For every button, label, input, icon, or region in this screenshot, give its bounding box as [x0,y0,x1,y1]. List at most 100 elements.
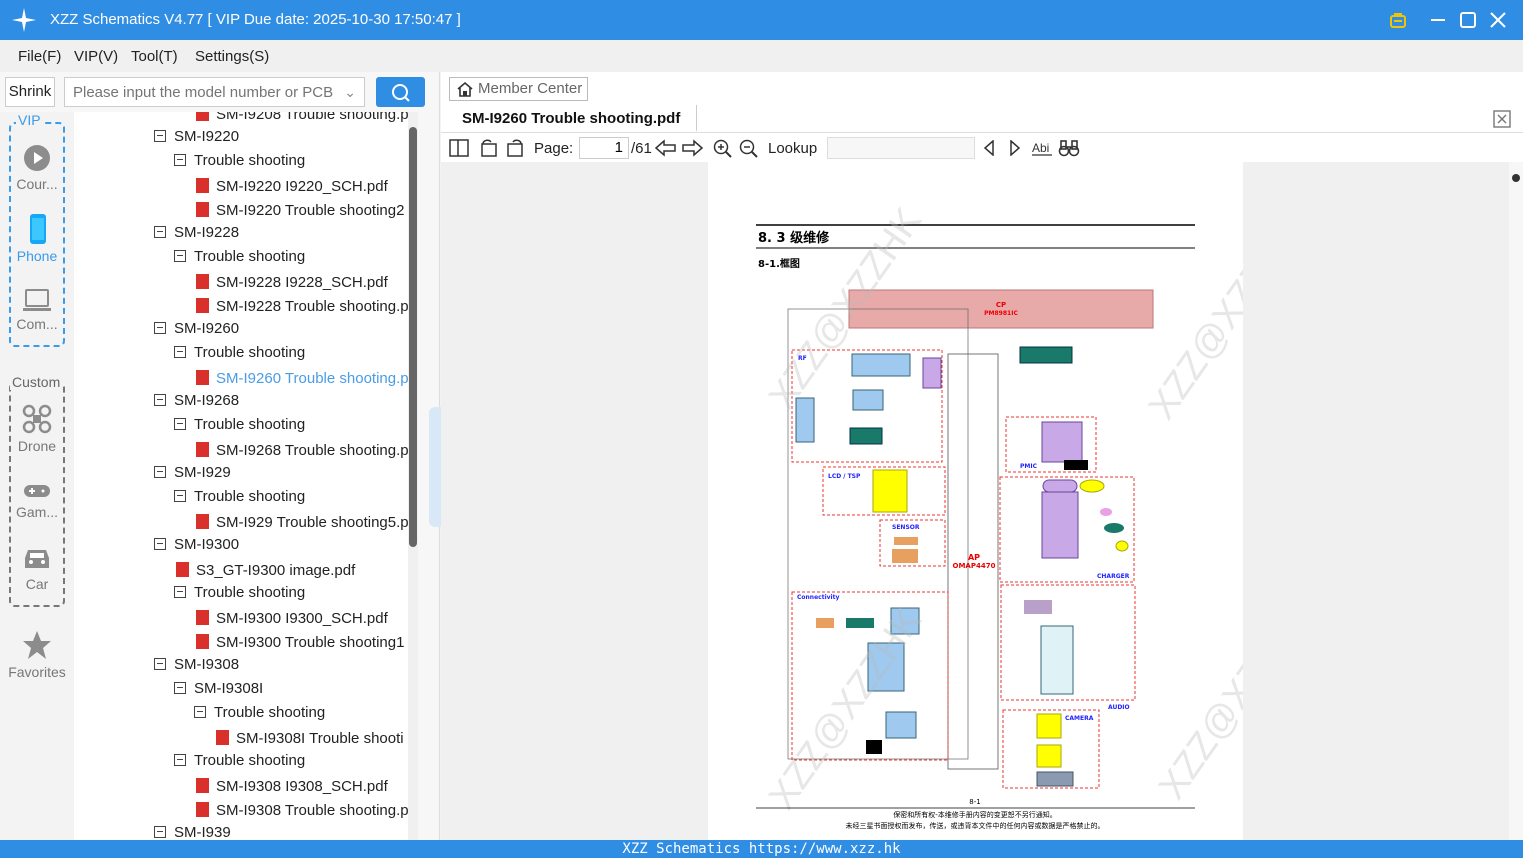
tree-item-folder[interactable]: SM-I9228 [154,224,239,248]
pdf-file-icon[interactable] [196,298,209,313]
tree-scrollbar[interactable] [408,112,418,840]
pdf-file-icon[interactable] [196,610,209,625]
pdf-file-icon[interactable] [196,112,209,121]
pdf-file-icon[interactable] [196,802,209,817]
tree-item-folder[interactable]: SM-I9308 [154,656,239,680]
tree-item-folder[interactable]: SM-I9260 [154,320,239,344]
shrink-button[interactable]: Shrink [5,77,55,107]
tree-item-folder[interactable]: Trouble shooting [174,584,305,608]
tree-item-pdf[interactable]: SM-I9228 Trouble shooting.p [196,296,408,320]
tree-item-pdf[interactable]: SM-I9308 I9308_SCH.pdf [196,776,388,800]
tree-item-pdf[interactable]: SM-I9220 Trouble shooting2 [196,200,404,224]
tree-item-pdf[interactable]: SM-I9208 Trouble shooting.p [196,112,408,128]
tree-item-pdf[interactable]: SM-I929 Trouble shooting5.p [196,512,408,536]
tree-item-folder[interactable]: Trouble shooting [174,248,305,272]
tree-item-pdf[interactable]: SM-I9308I Trouble shooti [216,728,404,752]
menu-settings[interactable]: Settings(S) [195,48,269,65]
pdf-file-icon[interactable] [196,514,209,529]
tab-document[interactable]: SM-I9260 Trouble shooting.pdf [441,105,697,132]
tree-item-folder[interactable]: SM-I939 [154,824,231,840]
zoom-out-icon[interactable] [739,139,759,159]
search-button[interactable] [376,77,425,107]
sidebar-item-phone[interactable]: Phone [0,214,74,264]
sidebar-toggle-icon[interactable] [449,139,469,157]
collapse-icon[interactable] [174,250,186,262]
collapse-icon[interactable] [174,586,186,598]
tree-item-folder[interactable]: SM-I9268 [154,392,239,416]
tree-item-folder[interactable]: Trouble shooting [174,752,305,776]
tree-item-pdf[interactable]: SM-I9308 Trouble shooting.p [196,800,408,824]
tree-item-folder[interactable]: Trouble shooting [174,152,305,176]
tree-item-pdf[interactable]: SM-I9260 Trouble shooting.p [196,368,408,392]
collapse-icon[interactable] [154,826,166,838]
tree-item-folder[interactable]: Trouble shooting [194,704,325,728]
find-next-icon[interactable] [1008,140,1022,156]
collapse-icon[interactable] [174,154,186,166]
sidebar-item-car[interactable]: Car [0,546,74,592]
sidebar-item-courses[interactable]: Cour... [0,144,74,192]
match-case-icon[interactable]: Abi [1031,139,1053,157]
tree-item-folder[interactable]: SM-I9300 [154,536,239,560]
pdf-file-icon[interactable] [176,562,189,577]
binoculars-icon[interactable] [1058,139,1080,157]
collapse-panel-handle[interactable] [429,407,441,527]
tree-item-pdf[interactable]: SM-I9228 I9228_SCH.pdf [196,272,388,296]
tree-item-folder[interactable]: SM-I9220 [154,128,239,152]
collapse-icon[interactable] [174,754,186,766]
search-input[interactable] [65,78,335,106]
pdf-file-icon[interactable] [196,778,209,793]
tree-item-pdf[interactable]: SM-I9300 I9300_SCH.pdf [196,608,388,632]
sidebar-item-drone[interactable]: Drone [0,404,74,454]
model-tree[interactable]: SM-I9208 Trouble shooting.p SM-I9220 Troub… [74,112,408,840]
menu-tool[interactable]: Tool(T) [131,48,178,65]
tree-item-pdf[interactable]: S3_GT-I9300 image.pdf [176,560,355,584]
collapse-icon[interactable] [174,346,186,358]
pdf-file-icon[interactable] [196,442,209,457]
collapse-icon[interactable] [154,322,166,334]
tree-item-pdf[interactable]: SM-I9268 Trouble shooting.p [196,440,408,464]
close-tabs-icon[interactable] [1493,110,1511,128]
pdf-viewer[interactable]: 8. 3 级维修 8-1.框图 CP PM8981IC AP OMAP4470 … [441,162,1523,840]
rotate-right-icon[interactable] [505,139,525,157]
member-center-button[interactable]: Member Center [449,77,588,101]
collapse-icon[interactable] [174,418,186,430]
close-button[interactable] [1486,8,1510,32]
vip-bag-icon[interactable] [1386,8,1410,32]
tree-item-folder[interactable]: Trouble shooting [174,416,305,440]
collapse-icon[interactable] [154,226,166,238]
minimize-button[interactable] [1426,8,1450,32]
collapse-icon[interactable] [154,394,166,406]
pdf-file-icon[interactable] [196,178,209,193]
tree-scrollbar-thumb[interactable] [409,127,417,547]
collapse-icon[interactable] [174,682,186,694]
pdf-file-icon[interactable] [196,202,209,217]
next-page-icon[interactable] [681,139,703,157]
sidebar-item-games[interactable]: Gam... [0,482,74,520]
tree-item-pdf[interactable]: SM-I9220 I9220_SCH.pdf [196,176,388,200]
collapse-icon[interactable] [194,706,206,718]
menu-file[interactable]: File(F) [18,48,61,65]
search-combobox[interactable]: ⌄ [64,77,365,107]
collapse-icon[interactable] [154,466,166,478]
pdf-file-icon[interactable] [196,370,209,385]
maximize-button[interactable] [1456,8,1480,32]
rotate-left-icon[interactable] [479,139,499,157]
page-number-input[interactable]: 1 [579,137,629,159]
tree-item-pdf[interactable]: SM-I9300 Trouble shooting1 [196,632,404,656]
collapse-icon[interactable] [174,490,186,502]
tree-item-folder[interactable]: Trouble shooting [174,344,305,368]
pdf-file-icon[interactable] [216,730,229,745]
prev-page-icon[interactable] [655,139,677,157]
menu-vip[interactable]: VIP(V) [74,48,118,65]
collapse-icon[interactable] [154,538,166,550]
collapse-icon[interactable] [154,658,166,670]
pdf-file-icon[interactable] [196,634,209,649]
lookup-input[interactable] [827,137,975,159]
viewer-scrollbar[interactable] [1509,162,1523,840]
find-prev-icon[interactable] [982,140,996,156]
zoom-in-icon[interactable] [713,139,733,159]
chevron-down-icon[interactable]: ⌄ [344,84,356,101]
collapse-icon[interactable] [154,130,166,142]
tree-item-folder[interactable]: Trouble shooting [174,488,305,512]
pdf-file-icon[interactable] [196,274,209,289]
